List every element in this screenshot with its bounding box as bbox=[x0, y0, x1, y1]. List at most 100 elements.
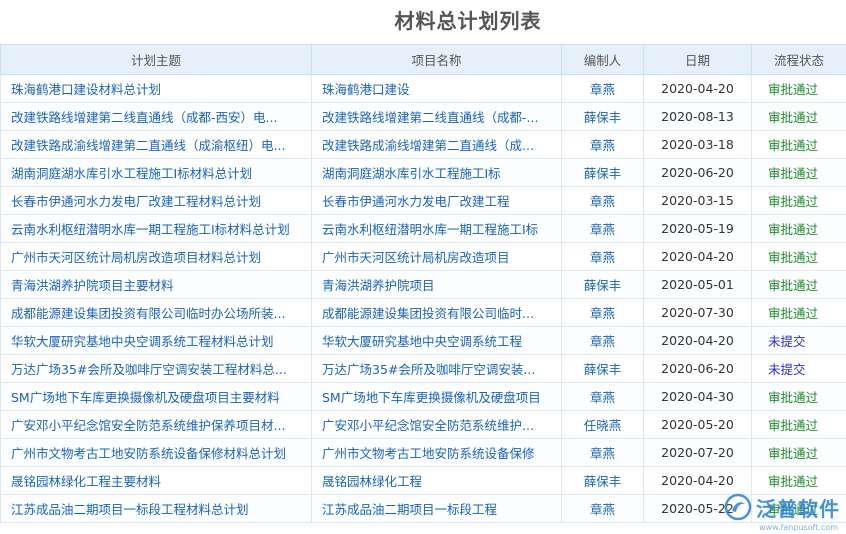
cell-status: 审批通过 bbox=[751, 382, 846, 411]
cell-project-link[interactable]: 晟铭园林绿化工程 bbox=[311, 466, 562, 495]
cell-subject-link[interactable]: 湖南洞庭湖水库引水工程施工I标材料总计划 bbox=[0, 158, 312, 187]
cell-date: 2020-05-19 bbox=[643, 214, 752, 243]
cell-subject-link[interactable]: 广州市文物考古工地安防系统设备保修材料总计划 bbox=[0, 438, 312, 467]
cell-status: 审批通过 bbox=[751, 186, 846, 215]
cell-project-link[interactable]: 湖南洞庭湖水库引水工程施工I标 bbox=[311, 158, 562, 187]
cell-subject-link[interactable]: 改建铁路线增建第二线直通线（成都-西安）电... bbox=[0, 102, 312, 131]
cell-subject-link[interactable]: SM广场地下车库更换摄像机及硬盘项目主要材料 bbox=[0, 382, 312, 411]
cell-date: 2020-07-20 bbox=[643, 438, 752, 467]
cell-author: 薛保丰 bbox=[561, 158, 644, 187]
cell-subject-link[interactable]: 成都能源建设集团投资有限公司临时办公场所装... bbox=[0, 298, 312, 327]
cell-author: 章燕 bbox=[561, 74, 644, 103]
table-row[interactable]: 广州市文物考古工地安防系统设备保修材料总计划 广州市文物考古工地安防系统设备保修章… bbox=[0, 438, 846, 467]
watermark: 泛普软件 www.fanpusoft.com bbox=[724, 492, 840, 532]
cell-subject-link[interactable]: 长春市伊通河水力发电厂改建工程材料总计划 bbox=[0, 186, 312, 215]
table-row[interactable]: 改建铁路线增建第二线直通线（成都-西安）电... 改建铁路线增建第二线直通线（成都… bbox=[0, 102, 846, 131]
table-row[interactable]: 青海洪湖养护院项目主要材料 青海洪湖养护院项目 薛保丰 2020-05-01 审批通过 bbox=[0, 270, 846, 299]
cell-project-link[interactable]: 改建铁路线增建第二线直通线（成都-... bbox=[311, 102, 562, 131]
fanpu-logo-icon bbox=[724, 493, 752, 521]
table-row[interactable]: 长春市伊通河水力发电厂改建工程材料总计划 长春市伊通河水力发电厂改建工程 章燕 202… bbox=[0, 186, 846, 215]
cell-author: 章燕 bbox=[561, 214, 644, 243]
table-body: 珠海鹤港口建设材料总计划 珠海鹤港口建设 章燕 2020-04-20 审批通过 改建铁路线… bbox=[0, 74, 846, 523]
cell-project-link[interactable]: 广州市文物考古工地安防系统设备保修 bbox=[311, 438, 562, 467]
cell-status: 审批通过 bbox=[751, 130, 846, 159]
cell-status: 审批通过 bbox=[751, 214, 846, 243]
cell-project-link[interactable]: 珠海鹤港口建设 bbox=[311, 74, 562, 103]
cell-subject-link[interactable]: 晟铭园林绿化工程主要材料 bbox=[0, 466, 312, 495]
cell-author: 章燕 bbox=[561, 186, 644, 215]
cell-project-link[interactable]: 青海洪湖养护院项目 bbox=[311, 270, 562, 299]
watermark-url: www.fanpusoft.com bbox=[759, 523, 838, 532]
table-row[interactable]: 改建铁路成渝线增建第二直通线（成渝枢纽）电... 改建铁路成渝线增建第二直通线（成… bbox=[0, 130, 846, 159]
column-header-date[interactable]: 日期 bbox=[643, 44, 752, 75]
cell-project-link[interactable]: 华软大厦研究基地中央空调系统工程 bbox=[311, 326, 562, 355]
cell-project-link[interactable]: 万达广场35#会所及咖啡厅空调安装... bbox=[311, 354, 562, 383]
cell-author: 章燕 bbox=[561, 326, 644, 355]
cell-author: 薛保丰 bbox=[561, 270, 644, 299]
cell-date: 2020-03-15 bbox=[643, 186, 752, 215]
table-row[interactable]: 广州市天河区统计局机房改造项目材料总计划 广州市天河区统计局机房改造项目 章燕 202… bbox=[0, 242, 846, 271]
watermark-text: 泛普软件 bbox=[756, 496, 840, 521]
cell-project-link[interactable]: 改建铁路成渝线增建第二直通线（成... bbox=[311, 130, 562, 159]
column-header-subject[interactable]: 计划主题 bbox=[0, 44, 312, 75]
cell-subject-link[interactable]: 云南水利枢纽潜明水库一期工程施工I标材料总计划 bbox=[0, 214, 312, 243]
table-row[interactable]: 珠海鹤港口建设材料总计划 珠海鹤港口建设 章燕 2020-04-20 审批通过 bbox=[0, 74, 846, 103]
cell-subject-link[interactable]: 珠海鹤港口建设材料总计划 bbox=[0, 74, 312, 103]
cell-date: 2020-04-20 bbox=[643, 74, 752, 103]
column-header-author[interactable]: 编制人 bbox=[561, 44, 644, 75]
cell-author: 章燕 bbox=[561, 242, 644, 271]
cell-subject-link[interactable]: 改建铁路成渝线增建第二直通线（成渝枢纽）电... bbox=[0, 130, 312, 159]
cell-project-link[interactable]: 长春市伊通河水力发电厂改建工程 bbox=[311, 186, 562, 215]
cell-subject-link[interactable]: 青海洪湖养护院项目主要材料 bbox=[0, 270, 312, 299]
cell-date: 2020-04-20 bbox=[643, 326, 752, 355]
cell-project-link[interactable]: SM广场地下车库更换摄像机及硬盘项目 bbox=[311, 382, 562, 411]
cell-subject-link[interactable]: 华软大厦研究基地中央空调系统工程材料总计划 bbox=[0, 326, 312, 355]
cell-status: 未提交 bbox=[751, 354, 846, 383]
cell-author: 章燕 bbox=[561, 494, 644, 523]
cell-project-link[interactable]: 广安邓小平纪念馆安全防范系统维护... bbox=[311, 410, 562, 439]
cell-project-link[interactable]: 云南水利枢纽潜明水库一期工程施工I标 bbox=[311, 214, 562, 243]
column-header-status[interactable]: 流程状态 bbox=[751, 44, 846, 75]
cell-author: 薛保丰 bbox=[561, 354, 644, 383]
table-row[interactable]: 华软大厦研究基地中央空调系统工程材料总计划 华软大厦研究基地中央空调系统工程 章燕 2… bbox=[0, 326, 846, 355]
table-row[interactable]: SM广场地下车库更换摄像机及硬盘项目主要材料 SM广场地下车库更换摄像机及硬盘项目… bbox=[0, 382, 846, 411]
cell-project-link[interactable]: 江苏成品油二期项目一标段工程 bbox=[311, 494, 562, 523]
table-row[interactable]: 万达广场35#会所及咖啡厅空调安装工程材料总... 万达广场35#会所及咖啡厅空调… bbox=[0, 354, 846, 383]
cell-subject-link[interactable]: 广安邓小平纪念馆安全防范系统维护保养项目材... bbox=[0, 410, 312, 439]
cell-status: 审批通过 bbox=[751, 270, 846, 299]
cell-date: 2020-07-30 bbox=[643, 298, 752, 327]
cell-author: 章燕 bbox=[561, 438, 644, 467]
cell-date: 2020-04-20 bbox=[643, 466, 752, 495]
cell-status: 审批通过 bbox=[751, 158, 846, 187]
cell-status: 审批通过 bbox=[751, 74, 846, 103]
cell-project-link[interactable]: 成都能源建设集团投资有限公司临时... bbox=[311, 298, 562, 327]
page-title: 材料总计划列表 bbox=[394, 9, 542, 33]
cell-date: 2020-06-20 bbox=[643, 354, 752, 383]
cell-date: 2020-08-13 bbox=[643, 102, 752, 131]
column-header-project[interactable]: 项目名称 bbox=[311, 44, 562, 75]
cell-subject-link[interactable]: 江苏成品油二期项目一标段工程材料总计划 bbox=[0, 494, 312, 523]
cell-date: 2020-05-01 bbox=[643, 270, 752, 299]
cell-status: 审批通过 bbox=[751, 438, 846, 467]
cell-status: 未提交 bbox=[751, 326, 846, 355]
cell-subject-link[interactable]: 万达广场35#会所及咖啡厅空调安装工程材料总... bbox=[0, 354, 312, 383]
cell-author: 薛保丰 bbox=[561, 102, 644, 131]
cell-date: 2020-04-30 bbox=[643, 382, 752, 411]
cell-author: 章燕 bbox=[561, 130, 644, 159]
table-row[interactable]: 晟铭园林绿化工程主要材料 晟铭园林绿化工程 薛保丰 2020-04-20 审批通过 bbox=[0, 466, 846, 495]
cell-status: 审批通过 bbox=[751, 242, 846, 271]
table-header-row: 计划主题 项目名称 编制人 日期 流程状态 bbox=[0, 44, 846, 75]
cell-date: 2020-03-18 bbox=[643, 130, 752, 159]
table-row[interactable]: 云南水利枢纽潜明水库一期工程施工I标材料总计划 云南水利枢纽潜明水库一期工程施工I… bbox=[0, 214, 846, 243]
cell-date: 2020-05-20 bbox=[643, 410, 752, 439]
cell-author: 章燕 bbox=[561, 382, 644, 411]
table-row[interactable]: 成都能源建设集团投资有限公司临时办公场所装... 成都能源建设集团投资有限公司临时… bbox=[0, 298, 846, 327]
cell-project-link[interactable]: 广州市天河区统计局机房改造项目 bbox=[311, 242, 562, 271]
cell-subject-link[interactable]: 广州市天河区统计局机房改造项目材料总计划 bbox=[0, 242, 312, 271]
table-row[interactable]: 湖南洞庭湖水库引水工程施工I标材料总计划 湖南洞庭湖水库引水工程施工I标 薛保丰 20… bbox=[0, 158, 846, 187]
table-row[interactable]: 江苏成品油二期项目一标段工程材料总计划 江苏成品油二期项目一标段工程 章燕 2020-… bbox=[0, 494, 846, 523]
cell-status: 审批通过 bbox=[751, 466, 846, 495]
cell-status: 审批通过 bbox=[751, 298, 846, 327]
cell-date: 2020-06-20 bbox=[643, 158, 752, 187]
table-row[interactable]: 广安邓小平纪念馆安全防范系统维护保养项目材... 广安邓小平纪念馆安全防范系统维护… bbox=[0, 410, 846, 439]
